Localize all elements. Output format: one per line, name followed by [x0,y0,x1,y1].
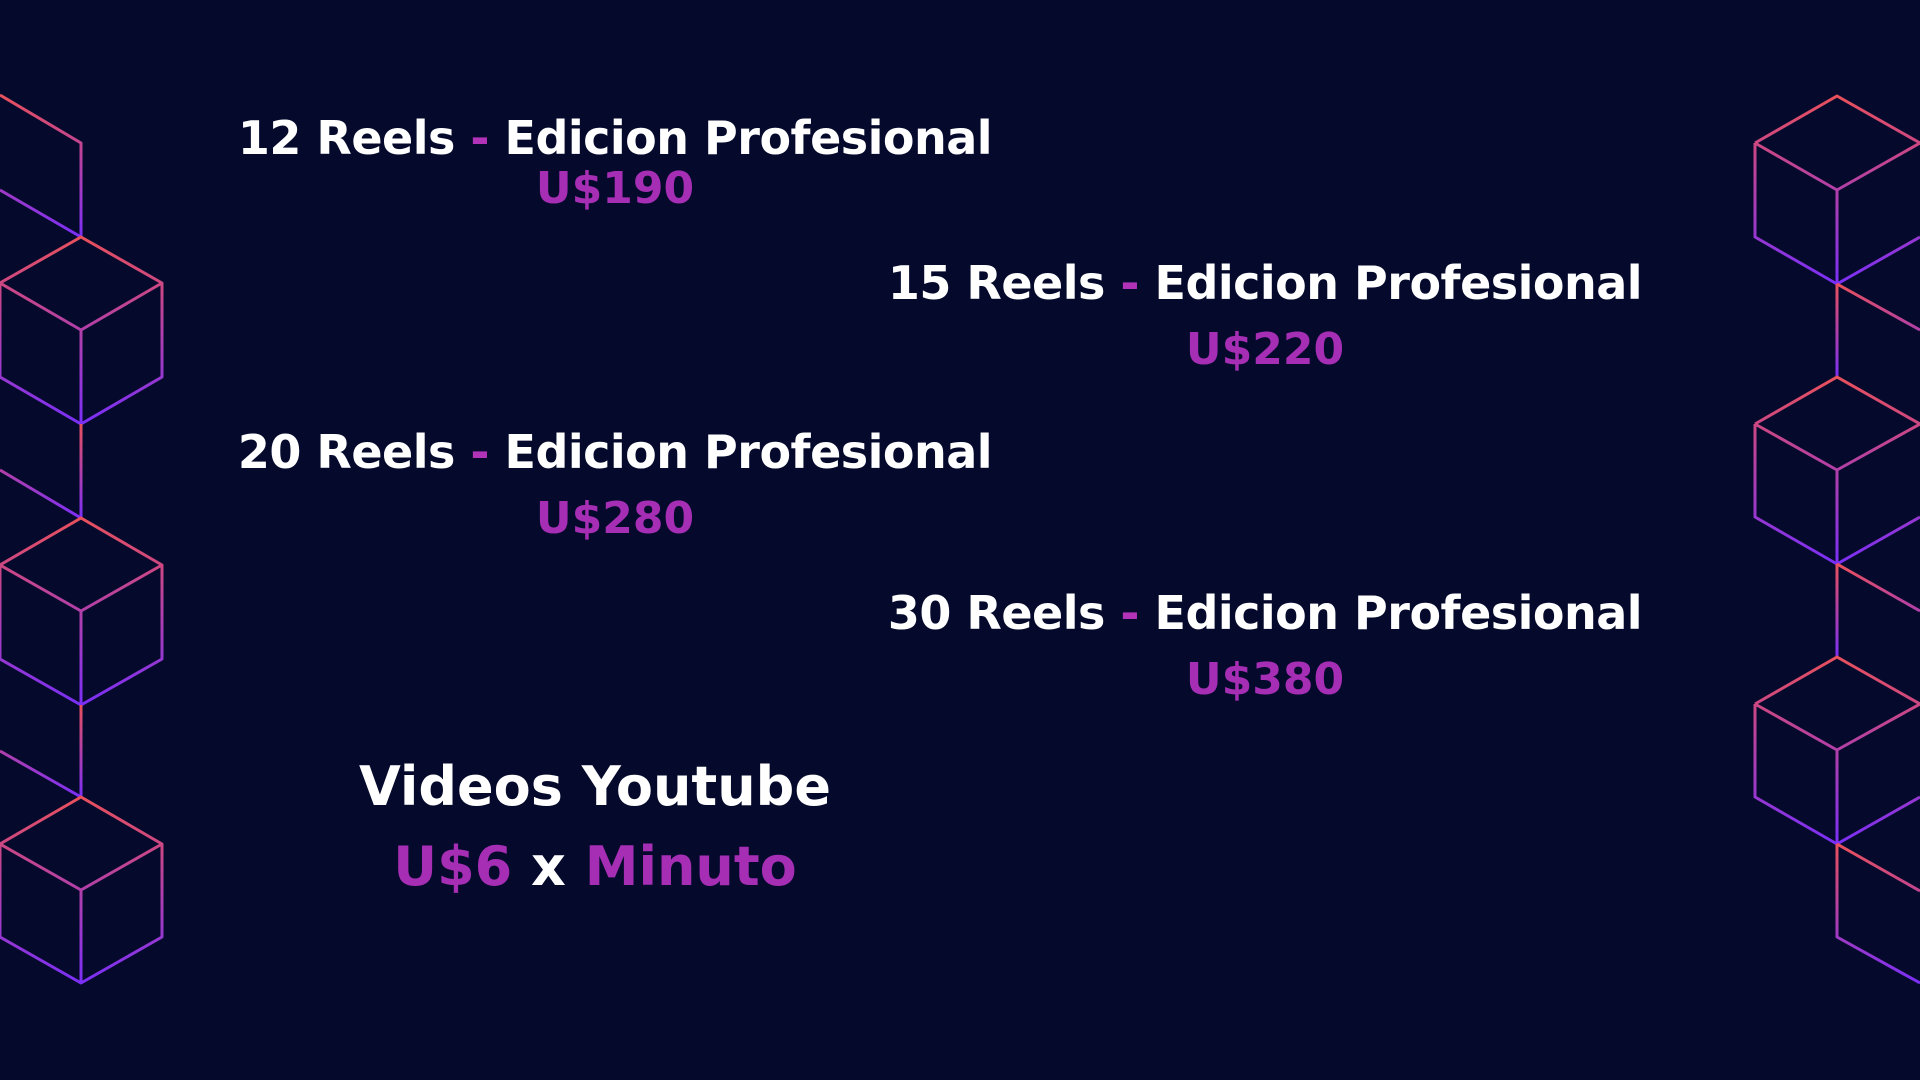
offer-quantity: 12 Reels [237,111,456,165]
youtube-price: U$6 [393,835,513,898]
offer-price: U$190 [535,163,695,214]
youtube-offer: Videos Youtube U$6 x Minuto [295,755,895,899]
offer-title: 15 Reels - Edicion Profesional [880,255,1650,311]
offer-title: 12 Reels - Edicion Profesional [230,110,1000,166]
offer-price: U$280 [535,493,695,544]
offer-service: Edicion Profesional [1154,256,1643,310]
offer-quantity: 20 Reels [237,425,456,479]
youtube-multiplier: x [531,835,566,898]
cube-pattern-left [0,93,164,985]
offer-quantity: 15 Reels [887,256,1106,310]
offer-title: 30 Reels - Edicion Profesional [880,585,1650,641]
offer-service: Edicion Profesional [1154,586,1643,640]
offer-price: U$380 [1185,654,1345,705]
cube-pattern-right [1753,94,1920,985]
offer-quantity: 30 Reels [887,586,1106,640]
offer-title: 20 Reels - Edicion Profesional [230,424,1000,480]
offer-separator: - [1120,586,1140,640]
offer-12-reels: 12 Reels - Edicion Profesional U$190 [230,110,1000,216]
offer-price: U$220 [1185,324,1345,375]
youtube-rate: U$6 x Minuto [295,835,895,899]
youtube-unit: Minuto [584,835,797,898]
offer-separator: - [1120,256,1140,310]
offer-separator: - [470,425,490,479]
offer-service: Edicion Profesional [504,111,993,165]
offer-service: Edicion Profesional [504,425,993,479]
offer-30-reels: 30 Reels - Edicion Profesional U$380 [880,585,1650,707]
youtube-title: Videos Youtube [359,755,831,818]
offer-20-reels: 20 Reels - Edicion Profesional U$280 [230,424,1000,546]
offer-15-reels: 15 Reels - Edicion Profesional U$220 [880,255,1650,377]
offer-separator: - [470,111,490,165]
